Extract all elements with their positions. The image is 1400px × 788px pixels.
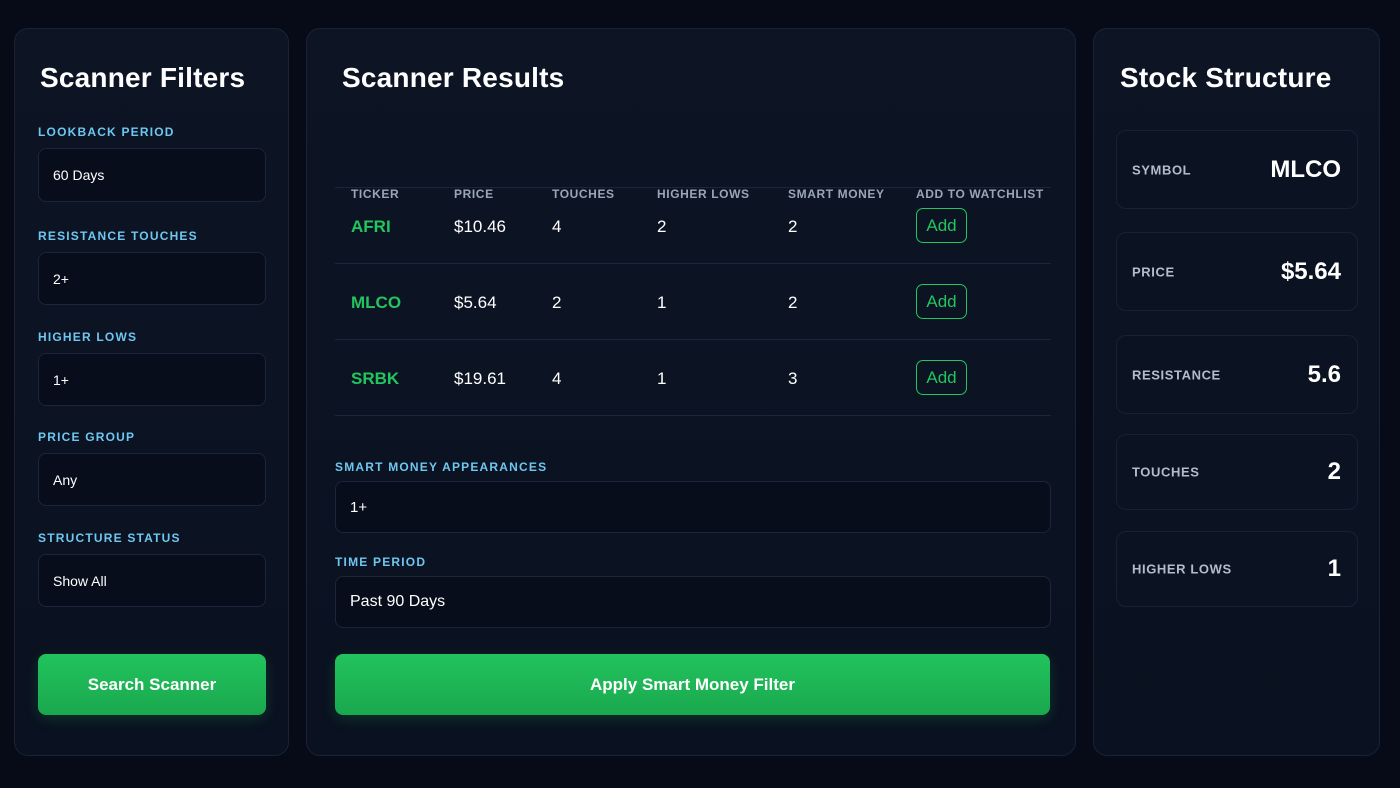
stat-label: HIGHER LOWS (1132, 561, 1232, 577)
time-period-value: Past 90 Days (350, 593, 446, 610)
results-title: Scanner Results (342, 62, 565, 93)
header-divider (335, 187, 1051, 188)
ticker-cell[interactable]: SRBK (351, 369, 399, 389)
stat-card-resistance: RESISTANCE 5.6 (1116, 335, 1358, 414)
stat-card-price: PRICE $5.64 (1116, 232, 1358, 311)
stat-label: SYMBOL (1132, 162, 1192, 177)
row-divider (335, 415, 1051, 416)
stat-value: $5.64 (1280, 257, 1341, 285)
stat-value: 1 (1327, 555, 1341, 582)
resistance-touches-value: 2+ (53, 270, 69, 287)
add-to-watchlist-button[interactable]: Add (916, 284, 967, 319)
structure-status-value: Show All (53, 572, 107, 589)
touches-cell: 2 (552, 293, 562, 312)
resistance-touches-label: RESISTANCE TOUCHES (38, 229, 198, 243)
column-header-smart-money: SMART MONEY (788, 187, 885, 201)
smart-money-cell: 3 (788, 369, 798, 388)
row-divider (335, 263, 1051, 264)
stat-value: 2 (1327, 458, 1341, 485)
column-header-higher-lows: HIGHER LOWS (657, 187, 750, 201)
time-period-select[interactable]: Past 90 Days (335, 576, 1051, 628)
add-to-watchlist-button[interactable]: Add (916, 208, 967, 243)
price-group-select[interactable]: Any (38, 453, 266, 506)
smart-money-appearances-label: SMART MONEY APPEARANCES (335, 460, 548, 474)
search-scanner-button[interactable]: Search Scanner (38, 654, 266, 715)
stat-card-higher-lows: HIGHER LOWS 1 (1116, 531, 1358, 607)
add-to-watchlist-button[interactable]: Add (916, 360, 967, 395)
higher-lows-value: 1+ (53, 371, 69, 388)
smart-money-appearances-value: 1+ (350, 498, 368, 516)
scanner-results-panel: Scanner Results TICKER PRICE TOUCHES HIG… (306, 28, 1076, 756)
apply-smart-money-filter-button[interactable]: Apply Smart Money Filter (335, 654, 1050, 715)
stat-label: TOUCHES (1132, 464, 1200, 480)
ticker-cell[interactable]: AFRI (351, 217, 391, 237)
structure-status-select[interactable]: Show All (38, 554, 266, 607)
price-cell: $5.64 (454, 293, 497, 312)
time-period-label: TIME PERIOD (335, 555, 427, 569)
touches-cell: 4 (552, 369, 562, 388)
column-header-ticker: TICKER (351, 187, 400, 201)
lookback-period-select[interactable]: 60 Days (38, 148, 266, 202)
stat-label: RESISTANCE (1132, 367, 1221, 382)
column-header-price: PRICE (454, 187, 494, 201)
higher-lows-cell: 2 (657, 217, 667, 236)
column-header-add-to-watchlist: ADD TO WATCHLIST (916, 187, 1044, 201)
stat-label: PRICE (1132, 264, 1175, 279)
scanner-filters-panel: Scanner Filters LOOKBACK PERIOD 60 Days … (14, 28, 289, 756)
price-group-label: PRICE GROUP (38, 430, 136, 444)
higher-lows-label: HIGHER LOWS (38, 330, 138, 344)
structure-status-label: STRUCTURE STATUS (38, 531, 181, 545)
column-header-touches: TOUCHES (552, 187, 615, 201)
smart-money-cell: 2 (788, 217, 798, 236)
touches-cell: 4 (552, 217, 562, 236)
smart-money-appearances-select[interactable]: 1+ (335, 481, 1051, 533)
stock-structure-panel: Stock Structure SYMBOL MLCO PRICE $5.64 … (1093, 28, 1380, 756)
structure-title: Stock Structure (1120, 62, 1332, 93)
higher-lows-cell: 1 (657, 369, 667, 388)
stat-card-symbol: SYMBOL MLCO (1116, 130, 1358, 209)
price-cell: $10.46 (454, 217, 506, 236)
stat-card-touches: TOUCHES 2 (1116, 434, 1358, 510)
resistance-touches-select[interactable]: 2+ (38, 252, 266, 305)
price-group-value: Any (53, 471, 78, 488)
lookback-period-label: LOOKBACK PERIOD (38, 125, 175, 139)
lookback-period-value: 60 Days (53, 167, 105, 183)
higher-lows-select[interactable]: 1+ (38, 353, 266, 406)
price-cell: $19.61 (454, 369, 506, 388)
ticker-cell[interactable]: MLCO (351, 293, 401, 313)
row-divider (335, 339, 1051, 340)
stat-value: 5.6 (1307, 360, 1341, 388)
filters-title: Scanner Filters (40, 62, 246, 93)
stat-value: MLCO (1270, 155, 1341, 183)
smart-money-cell: 2 (788, 293, 798, 312)
higher-lows-cell: 1 (657, 293, 667, 312)
